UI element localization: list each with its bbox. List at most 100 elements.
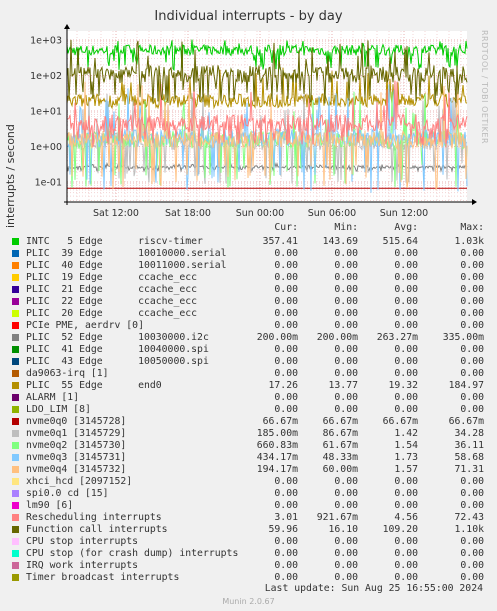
legend-avg-value: 0.00 [394,404,418,415]
legend-series-name: spi0.0 cd [15] [26,488,109,499]
y-axis-arrow [64,24,70,29]
legend-row: PLIC 22 Edge ccache_ecc 0.00 0.00 0.00 0.00 [0,296,497,308]
legend-min-value: 0.00 [334,260,358,271]
legend-swatch [12,310,19,317]
legend-row: lm90 [6] 0.00 0.00 0.00 0.00 [0,500,497,512]
legend-swatch [12,514,19,521]
legend-avg-value: 66.67m [382,416,418,427]
legend-cur-value: 3.01 [274,512,298,523]
legend-row: Rescheduling interrupts 3.01 921.67m 4.56 72… [0,512,497,524]
legend-max-value: 36.11 [454,440,485,451]
legend-series-name: PLIC 21 Edge ccache_ecc [26,284,198,295]
legend-min-value: 48.33m [322,452,358,463]
legend-avg-value: 0.00 [394,536,418,547]
legend-row: PLIC 41 Edge 10040000.spi 0.00 0.00 0.00 0.0… [0,344,497,356]
legend-max-value: 335.00m [442,332,484,343]
legend-series-name: PLIC 19 Edge ccache_ecc [26,272,198,283]
x-axis-arrow [472,199,477,205]
legend-swatch [12,262,19,269]
legend-header-avg: Avg: [394,222,418,233]
legend-min-value: 66.67m [322,416,358,427]
x-tick-label: Sat 12:00 [93,208,139,219]
legend-max-value: 0.00 [460,272,484,283]
legend-max-value: 0.00 [460,404,484,415]
legend-series-name: PLIC 52 Edge 10030000.i2c [26,332,209,343]
legend-series-name: PLIC 20 Edge ccache_ecc [26,308,198,319]
legend-swatch [12,406,19,413]
legend-swatch [12,526,19,533]
legend-header-cur: Cur: [274,222,298,233]
legend-avg-value: 0.00 [394,548,418,559]
legend-avg-value: 1.54 [394,440,418,451]
legend-avg-value: 0.00 [394,368,418,379]
legend-max-value: 66.67m [448,416,484,427]
legend-min-value: 921.67m [316,512,358,523]
y-tick-labels: 1e+03 1e+02 1e+01 1e+00 1e-01 [30,36,62,189]
legend-header-max: Max: [460,222,484,233]
legend-series-name: nvme0q2 [3145730] [26,440,127,451]
legend-avg-value: 1.57 [394,464,418,475]
legend-cur-value: 0.00 [274,500,298,511]
legend-max-value: 72.43 [454,512,485,523]
legend-max-value: 0.00 [460,344,484,355]
legend-min-value: 0.00 [334,560,358,571]
legend-avg-value: 0.00 [394,260,418,271]
y-tick-label: 1e+03 [30,36,62,47]
legend-cur-value: 0.00 [274,296,298,307]
legend-max-value: 0.00 [460,320,484,331]
y-tick-label: 1e+02 [30,71,62,82]
legend-min-value: 0.00 [334,308,358,319]
legend-avg-value: 0.00 [394,272,418,283]
legend-series-name: ALARM [1] [26,392,80,403]
legend-cur-value: 0.00 [274,320,298,331]
legend-avg-value: 263.27m [376,332,418,343]
legend-row: PLIC 39 Edge 10010000.serial 0.00 0.00 0.00… [0,248,497,260]
legend-cur-value: 434.17m [256,452,298,463]
legend-swatch [12,334,19,341]
legend-avg-value: 1.73 [394,452,418,463]
legend-min-value: 0.00 [334,476,358,487]
x-tick-label: Sun 12:00 [380,208,428,219]
legend-swatch [12,346,19,353]
legend-swatch [12,394,19,401]
legend-swatch [12,238,19,245]
legend-avg-value: 0.00 [394,248,418,259]
legend-swatch [12,490,19,497]
legend-max-value: 0.00 [460,368,484,379]
legend-max-value: 0.00 [460,356,484,367]
legend-series-name: CPU stop (for crash dump) interrupts [26,548,239,559]
legend-avg-value: 515.64 [382,236,418,247]
legend-row: PLIC 55 Edge end0 17.26 13.77 19.32 184.97 [0,380,497,392]
legend-swatch [12,418,19,425]
legend-series-name: nvme0q1 [3145729] [26,428,127,439]
y-tick-label: 1e+00 [30,142,62,153]
legend-series-name: PLIC 39 Edge 10010000.serial [26,248,227,259]
x-tick-label: Sun 06:00 [308,208,356,219]
legend-avg-value: 0.00 [394,344,418,355]
legend-avg-value: 0.00 [394,500,418,511]
y-tick-label: 1e-01 [35,178,62,189]
legend-min-value: 0.00 [334,320,358,331]
legend-max-value: 58.68 [454,452,485,463]
legend-max-value: 0.00 [460,572,484,583]
legend-min-value: 0.00 [334,356,358,367]
legend-swatch [12,250,19,257]
legend-avg-value: 0.00 [394,320,418,331]
legend-row: nvme0q4 [3145732] 194.17m 60.00m 1.57 71.31 [0,464,497,476]
legend-cur-value: 0.00 [274,284,298,295]
legend-cur-value: 17.26 [268,380,299,391]
legend-series-name: nvme0q0 [3145728] [26,416,127,427]
legend-cur-value: 0.00 [274,536,298,547]
legend-cur-value: 0.00 [274,476,298,487]
legend-cur-value: 59.96 [268,524,299,535]
legend-max-value: 0.00 [460,560,484,571]
legend-avg-value: 0.00 [394,356,418,367]
legend-series-name: IRQ work interrupts [26,560,139,571]
legend-row: CPU stop interrupts 0.00 0.00 0.00 0.00 [0,536,497,548]
legend-max-value: 0.00 [460,500,484,511]
legend-avg-value: 0.00 [394,572,418,583]
legend-avg-value: 0.00 [394,392,418,403]
legend-min-value: 0.00 [334,284,358,295]
legend-series-name: CPU stop interrupts [26,536,139,547]
legend-row: ALARM [1] 0.00 0.00 0.00 0.00 [0,392,497,404]
